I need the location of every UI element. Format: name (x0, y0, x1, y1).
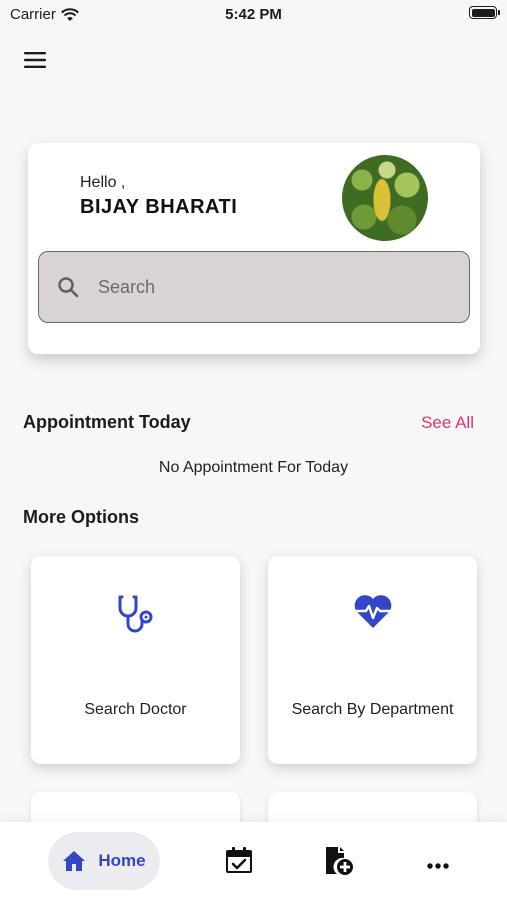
nav-more[interactable] (426, 857, 450, 875)
see-all-link[interactable]: See All (421, 413, 474, 433)
empty-appointments-message: No Appointment For Today (158, 459, 349, 476)
option-label: Search Doctor (84, 701, 187, 718)
more-icon (427, 863, 449, 869)
search-doctor-card[interactable]: Search Doctor (31, 556, 240, 764)
nav-home[interactable]: Home (48, 832, 160, 890)
bottom-navigation: Home (0, 822, 507, 900)
search-input[interactable]: Search (38, 251, 470, 323)
user-name: BIJAY BHARATI (80, 196, 238, 218)
option-label: Search By Department (291, 701, 454, 718)
status-bar: Carrier 5:42 PM (0, 0, 507, 30)
search-icon (58, 277, 79, 298)
nav-home-label: Home (98, 851, 146, 870)
appointment-today-heading: Appointment Today (23, 412, 191, 432)
heartbeat-icon (354, 595, 391, 628)
calendar-check-icon (226, 847, 252, 873)
stethoscope-icon (118, 595, 152, 633)
greeting-text: Hello , (80, 174, 126, 191)
avatar[interactable] (342, 155, 428, 241)
home-icon (63, 851, 86, 871)
search-placeholder: Search (98, 276, 156, 297)
menu-button[interactable] (20, 48, 50, 72)
hamburger-icon (24, 52, 46, 68)
medical-file-icon (326, 847, 353, 875)
nav-appointments[interactable] (225, 846, 253, 879)
battery-icon (469, 6, 500, 19)
profile-card: Hello , BIJAY BHARATI Search (28, 143, 480, 354)
search-by-department-card[interactable]: Search By Department (268, 556, 477, 764)
more-options-heading: More Options (23, 507, 139, 527)
status-time: 5:42 PM (225, 6, 282, 23)
nav-medical-records[interactable] (324, 844, 354, 881)
